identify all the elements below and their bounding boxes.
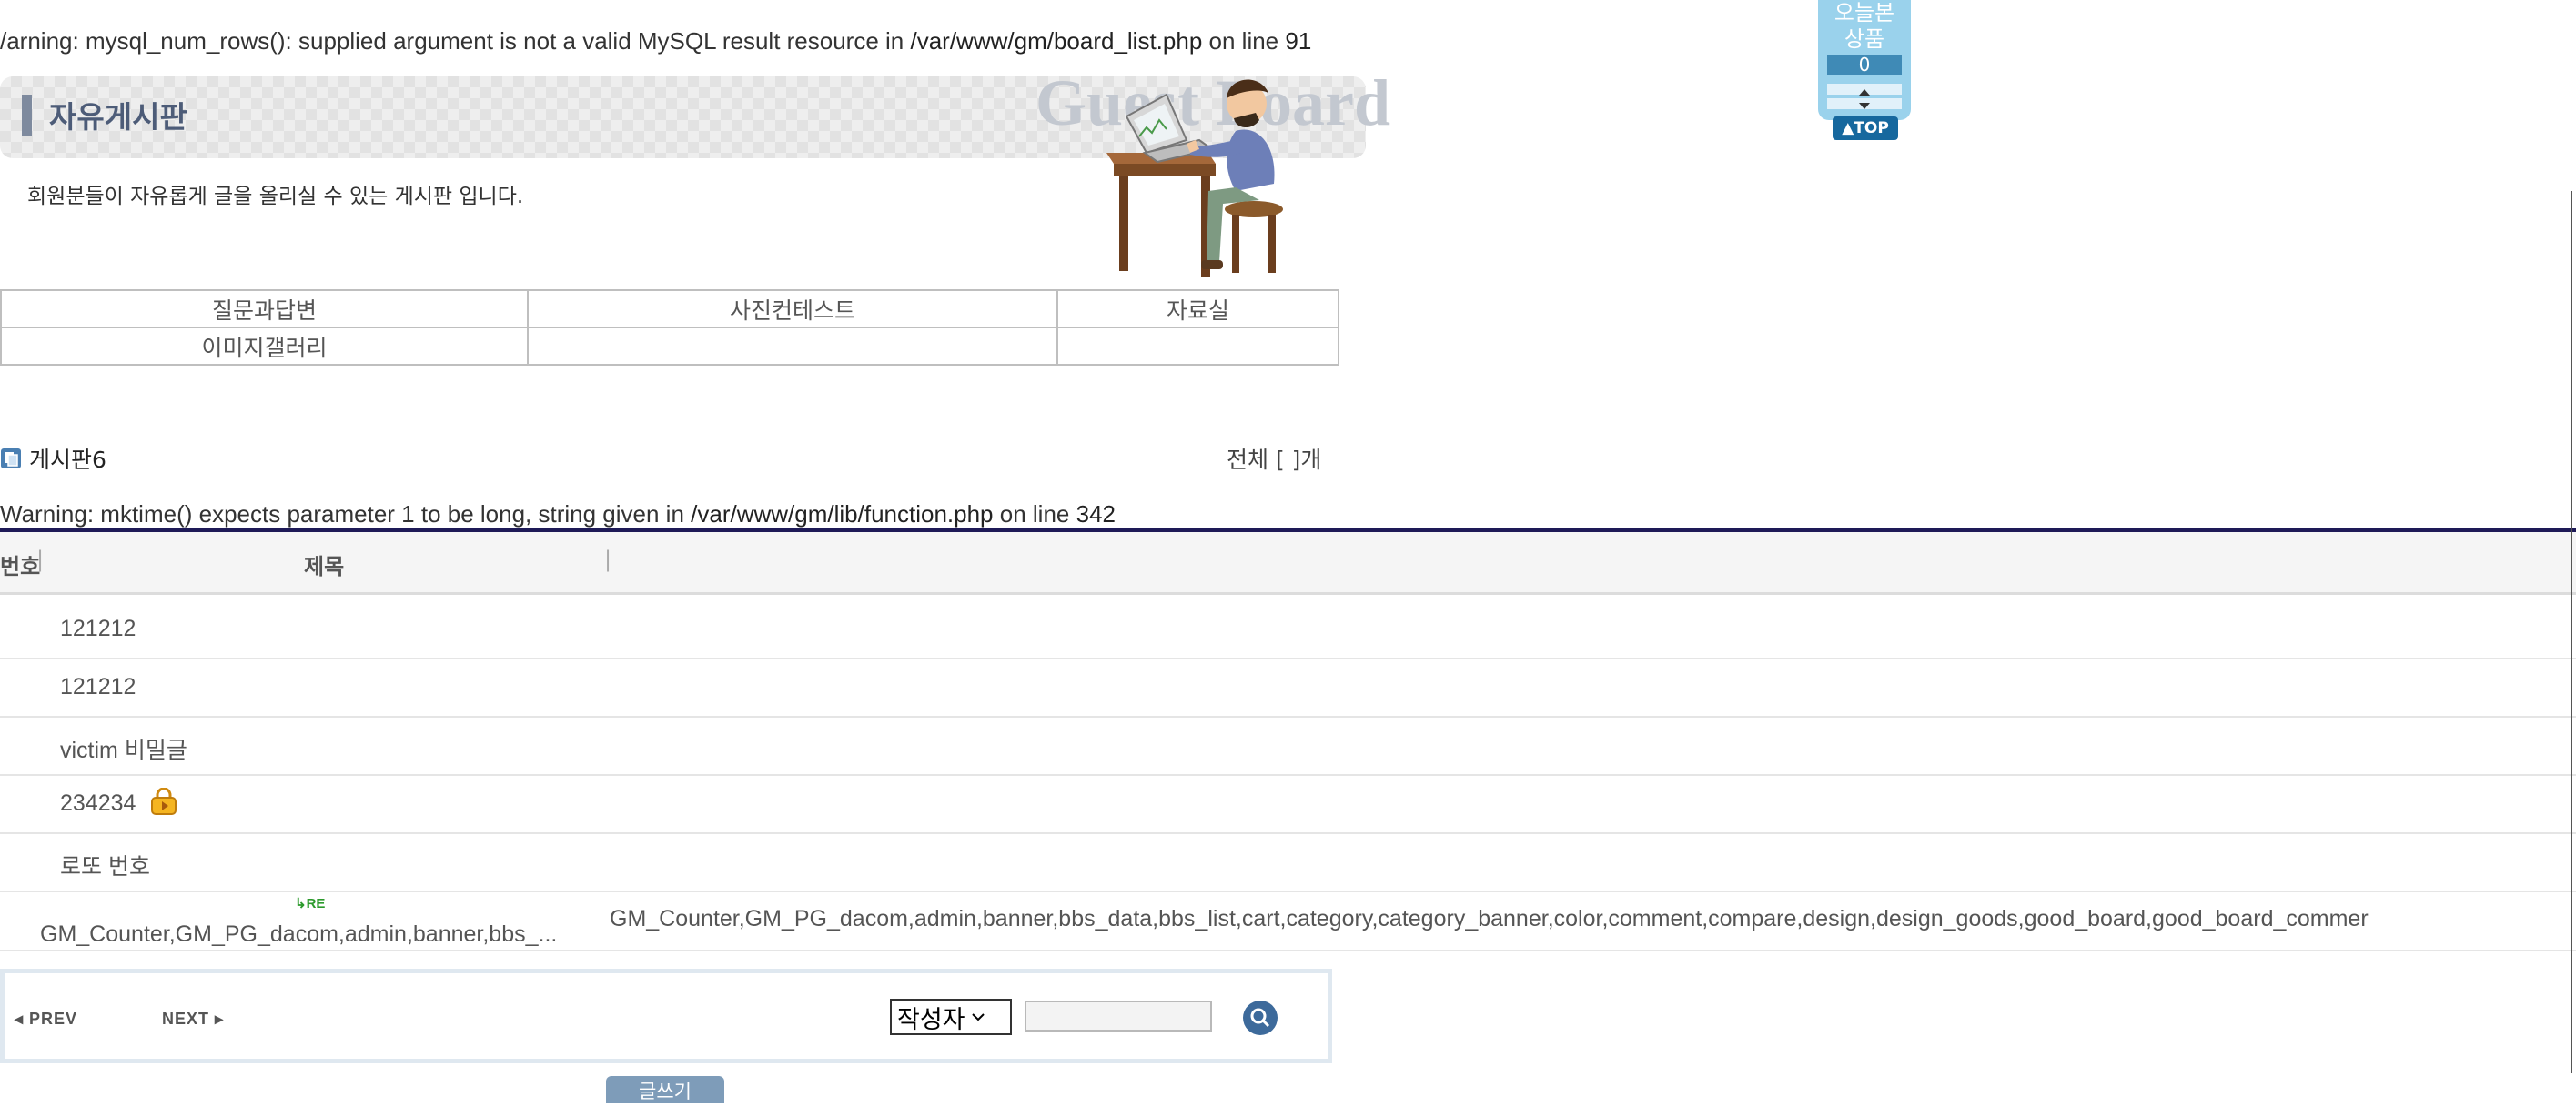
write-button[interactable]: 글쓰기 bbox=[606, 1076, 724, 1103]
column-subject: 제목 bbox=[304, 554, 345, 579]
warning-file: /var/www/gm/board_list.php bbox=[910, 27, 1203, 55]
post-subject-overflow: GM_Counter,GM_PG_dacom,admin,banner,bbs_… bbox=[610, 906, 2369, 931]
next-button[interactable]: NEXT ▸ bbox=[162, 1010, 224, 1029]
board-header-marker bbox=[22, 95, 32, 136]
board-title: 자유게시판 bbox=[49, 99, 187, 135]
category-link-photo-contest[interactable]: 사진컨테스트 bbox=[527, 289, 1058, 328]
recently-viewed-count: 0 bbox=[1827, 55, 1902, 75]
warning-text: mysql_num_rows(): supplied argument is n… bbox=[85, 27, 911, 55]
warning-message-mktime: Warning: mktime() expects parameter 1 to… bbox=[0, 500, 1116, 528]
list-item-reply[interactable]: ↳RE GM_Counter,GM_PG_dacom,admin,banner,… bbox=[0, 891, 2576, 951]
prev-button[interactable]: ◂ PREV bbox=[15, 1010, 77, 1029]
reply-badge-label: RE bbox=[306, 896, 326, 911]
search-field-selected: 작성자 bbox=[897, 1005, 965, 1034]
warning-line: 342 bbox=[1076, 500, 1116, 528]
lock-icon bbox=[151, 788, 177, 815]
triangle-up-icon bbox=[1859, 89, 1870, 96]
search-icon bbox=[1250, 1008, 1270, 1028]
reply-badge: ↳RE bbox=[295, 896, 326, 911]
column-number: 번호 bbox=[0, 554, 41, 579]
category-link-image-gallery[interactable]: 이미지갤러리 bbox=[0, 327, 529, 366]
category-link-archive[interactable]: 자료실 bbox=[1056, 289, 1339, 328]
total-count: 전체 [ ]개 bbox=[1227, 447, 1322, 473]
recently-viewed-title-line1: 오늘본 bbox=[1834, 0, 1895, 25]
triangle-down-icon bbox=[1859, 103, 1870, 109]
scroll-up-button[interactable] bbox=[1827, 84, 1902, 96]
warning-on-line: on line bbox=[1202, 27, 1286, 55]
search-input[interactable] bbox=[1025, 1001, 1212, 1032]
scroll-down-button[interactable] bbox=[1827, 98, 1902, 109]
warning-message-db: /arning: mysql_num_rows(): supplied argu… bbox=[0, 27, 1311, 55]
list-item[interactable]: 121212 bbox=[0, 600, 2576, 659]
section-title-text: 게시판6 bbox=[29, 447, 106, 473]
post-subject-link[interactable]: victim 비밀글 bbox=[60, 732, 187, 765]
board-section-title: 게시판6 bbox=[0, 442, 106, 475]
column-separator: | bbox=[36, 547, 45, 572]
list-item[interactable]: 로또 번호 bbox=[0, 833, 2576, 892]
search-field-select[interactable]: 작성자 bbox=[890, 999, 1012, 1035]
column-separator: | bbox=[604, 547, 612, 572]
warning-text: mktime() expects parameter 1 to be long,… bbox=[100, 500, 692, 528]
category-link-qna[interactable]: 질문과답변 bbox=[0, 289, 529, 328]
list-item[interactable]: 121212 bbox=[0, 659, 2576, 718]
recently-viewed-title: 오늘본 상품 bbox=[1818, 0, 1911, 53]
warning-file: /var/www/gm/lib/function.php bbox=[691, 500, 994, 528]
post-subject-link[interactable]: GM_Counter,GM_PG_dacom,admin,banner,bbs_… bbox=[40, 921, 557, 948]
person-at-desk-illustration bbox=[1106, 79, 1283, 277]
post-subject-link[interactable]: 121212 bbox=[60, 616, 136, 642]
category-table: 질문과답변 사진컨테스트 자료실 이미지갤러리 bbox=[0, 289, 1339, 366]
search-button[interactable] bbox=[1243, 1001, 1278, 1035]
write-button-label: 글쓰기 bbox=[639, 1081, 692, 1102]
post-subject-link[interactable]: 로또 번호 bbox=[60, 849, 150, 881]
list-item[interactable]: 234234 bbox=[0, 775, 2576, 834]
board-list-icon bbox=[1, 448, 21, 468]
category-empty-cell bbox=[527, 327, 1058, 366]
post-subject-link[interactable]: 121212 bbox=[60, 674, 136, 700]
top-button[interactable]: ▲TOP bbox=[1833, 116, 1898, 140]
post-subject-link[interactable]: 234234 bbox=[60, 790, 136, 817]
board-description: 회원분들이 자유롭게 글을 올리실 수 있는 게시판 입니다. bbox=[27, 185, 524, 208]
recently-viewed-title-line2: 상품 bbox=[1844, 26, 1885, 52]
page-right-edge bbox=[2571, 191, 2572, 1073]
warning-prefix: Warning: bbox=[0, 500, 101, 528]
warning-prefix: /arning: bbox=[0, 27, 86, 55]
list-header: 번호 | 제목 | bbox=[0, 532, 2576, 595]
category-empty-cell bbox=[1056, 327, 1339, 366]
list-item[interactable]: victim 비밀글 bbox=[0, 717, 2576, 776]
chevron-down-icon bbox=[971, 1013, 985, 1021]
warning-on-line: on line bbox=[993, 500, 1076, 528]
warning-line: 91 bbox=[1285, 27, 1312, 55]
